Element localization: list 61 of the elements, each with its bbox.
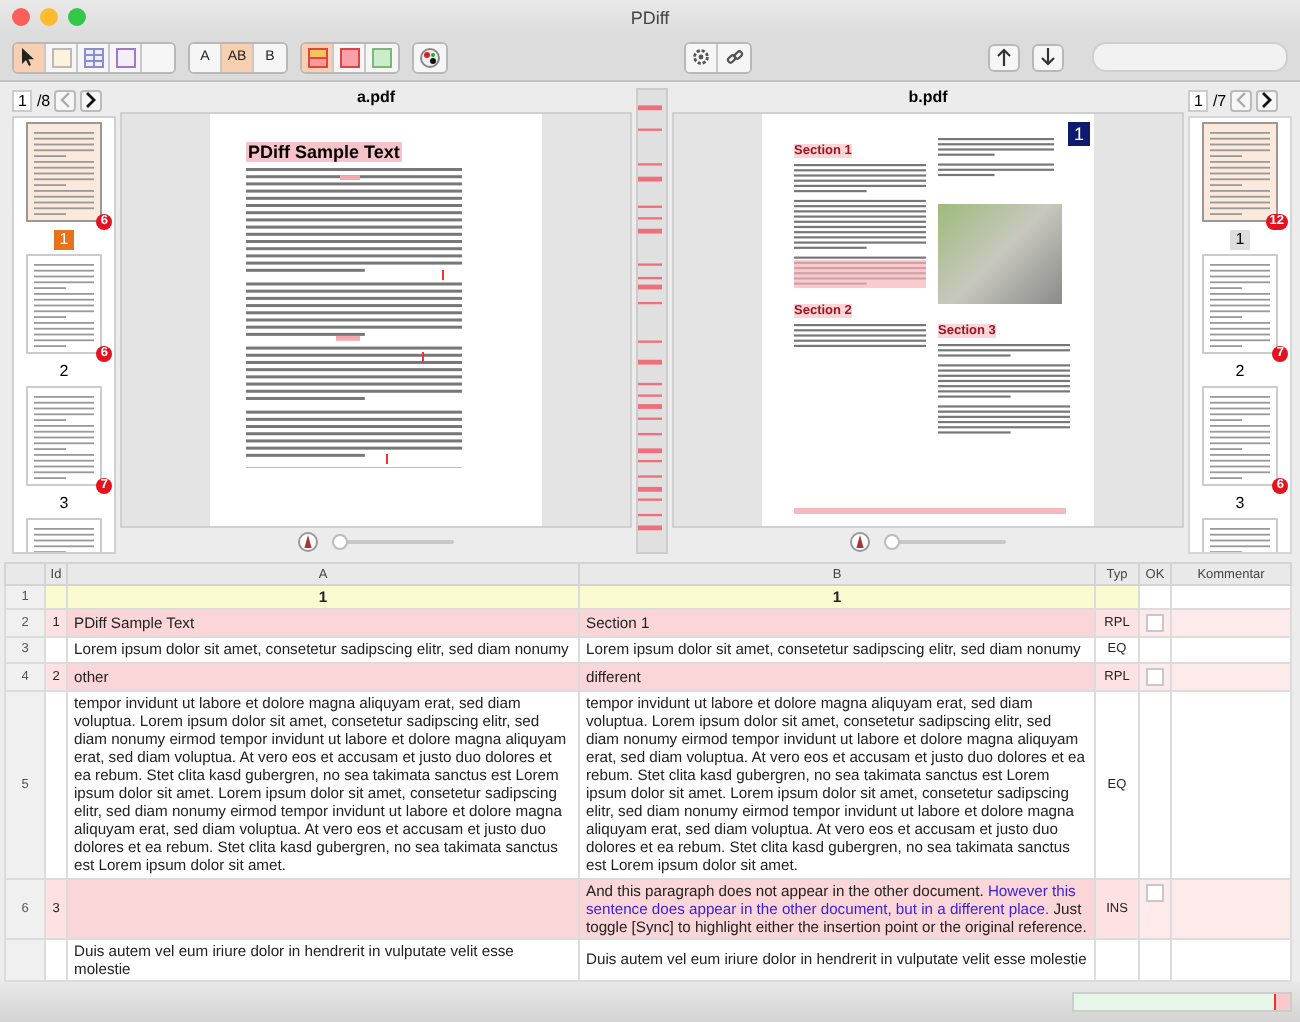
square-icon <box>372 47 392 67</box>
page-heading: PDiff Sample Text <box>246 142 402 162</box>
settings-button[interactable] <box>686 43 718 71</box>
checkbox[interactable] <box>1146 883 1164 902</box>
sync-icon[interactable] <box>298 531 318 552</box>
highlight-mode-button[interactable] <box>302 43 334 71</box>
gear-icon <box>692 48 710 66</box>
tool-button[interactable] <box>14 43 46 71</box>
page-number[interactable]: 1 <box>1229 230 1251 250</box>
search-field[interactable] <box>1092 42 1288 72</box>
file-name: b.pdf <box>906 88 950 110</box>
next-diff-button[interactable] <box>1032 43 1064 71</box>
zoom-slider[interactable] <box>886 539 1006 544</box>
sync-icon[interactable] <box>850 531 870 552</box>
square-icon <box>339 47 359 67</box>
page-thumbnail[interactable] <box>26 254 102 354</box>
page-thumbnail[interactable] <box>26 122 102 222</box>
page-count: /8 <box>36 91 51 109</box>
row-number <box>5 938 45 981</box>
arrow-down-icon <box>1040 48 1056 66</box>
page-thumbnail[interactable] <box>1202 386 1278 486</box>
square-icon <box>115 47 135 67</box>
page-thumbnail[interactable] <box>1202 254 1278 354</box>
pointer-icon <box>22 48 36 66</box>
diff-overview-strip[interactable] <box>636 88 668 555</box>
chevron-right-icon <box>1262 92 1273 108</box>
page-number-badge: 1 <box>1067 122 1090 146</box>
next-page-button[interactable] <box>80 89 103 111</box>
dots-icon <box>420 47 440 67</box>
close-button[interactable] <box>12 8 30 26</box>
page-icon <box>51 47 71 67</box>
file-name: a.pdf <box>354 88 398 110</box>
text-lines-drawing <box>794 324 926 352</box>
link-icon <box>725 48 743 66</box>
page-number[interactable]: 2 <box>53 362 75 382</box>
page-number[interactable]: 2 <box>1229 362 1251 382</box>
split-square-icon <box>307 47 327 67</box>
photo-placeholder <box>938 204 1062 304</box>
page-number[interactable]: 3 <box>53 494 75 514</box>
checkbox[interactable] <box>1146 614 1164 633</box>
chevron-left-icon <box>1236 92 1247 108</box>
page-number[interactable]: 3 <box>1229 494 1251 514</box>
window-title: PDiff <box>630 7 670 27</box>
next-page-button[interactable] <box>1256 89 1279 111</box>
page-thumbnail[interactable] <box>26 386 102 486</box>
arrow-up-icon <box>996 48 1012 66</box>
page-number-field[interactable]: 1 <box>12 89 33 111</box>
chevron-left-icon <box>60 92 71 108</box>
zoom-slider[interactable] <box>334 539 454 544</box>
page-number-field[interactable]: 1 <box>1188 89 1209 111</box>
table-cell <box>45 637 67 662</box>
zoom-button[interactable] <box>68 8 86 26</box>
page-count: /7 <box>1212 91 1227 109</box>
highlight-mode-button[interactable] <box>334 43 366 71</box>
grid-icon <box>83 47 103 67</box>
checkbox[interactable] <box>1146 667 1164 685</box>
chevron-right-icon <box>86 92 97 108</box>
previous-diff-button[interactable] <box>988 43 1020 71</box>
palette-button[interactable] <box>414 43 446 71</box>
text-lines-drawing <box>794 164 926 292</box>
highlight-mode-button[interactable] <box>366 43 398 71</box>
